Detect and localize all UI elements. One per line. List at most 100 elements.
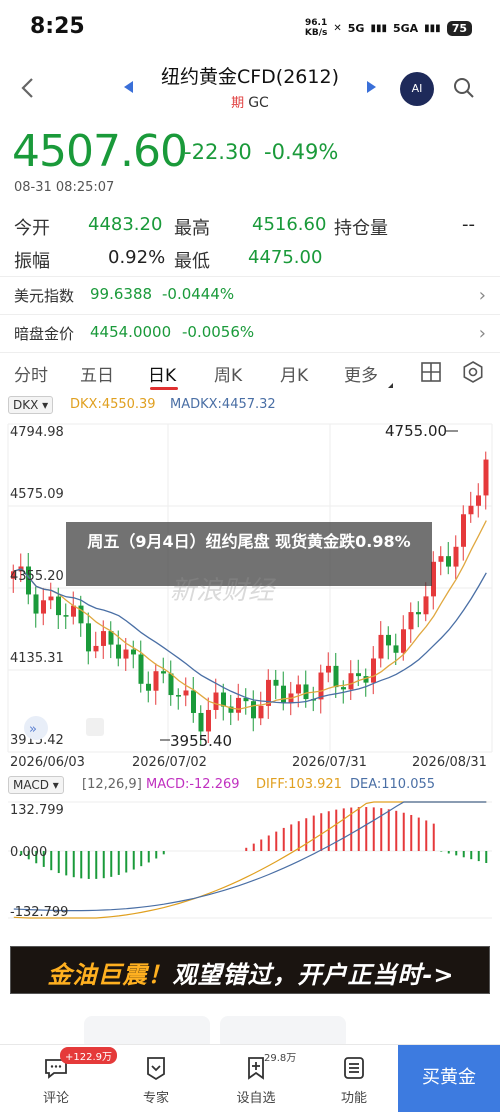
- ad-banner[interactable]: 金油巨震！观望错过，开户正当时->: [10, 946, 490, 994]
- low-value: 4475.00: [248, 247, 323, 268]
- y-tick-label: 4135.31: [10, 651, 64, 666]
- search-icon[interactable]: [452, 76, 476, 100]
- ai-assistant-button[interactable]: AI: [400, 72, 434, 106]
- candle-body: [468, 505, 474, 515]
- candle-body: [176, 695, 181, 697]
- tab-five-day[interactable]: 五日: [80, 361, 114, 386]
- comment-count-badge: +122.9万: [60, 1047, 118, 1064]
- candle-body: [356, 673, 361, 677]
- macd-y-tick: 132.799: [10, 803, 64, 818]
- status-indicators: 96.1 KB/s ✕ 5G ▮▮▮ 5GA ▮▮▮ 75: [305, 18, 472, 38]
- nav-expert[interactable]: 专家: [126, 1049, 186, 1106]
- high-label: 最高: [174, 218, 210, 239]
- signal-5g: 5G: [347, 21, 365, 35]
- candle-body: [483, 459, 489, 496]
- macd-y-tick: -132.799: [10, 905, 68, 920]
- price-change-pct: -0.49%: [264, 140, 339, 164]
- candle-body: [138, 654, 144, 684]
- nav-expert-label: 专家: [142, 1091, 169, 1106]
- status-time: 8:25: [30, 14, 85, 39]
- candle-body: [123, 649, 129, 659]
- buy-gold-button[interactable]: 买黄金: [398, 1045, 500, 1112]
- active-tab-indicator: [150, 387, 178, 390]
- candle-body: [416, 612, 421, 615]
- max-price-annotation: 4755.00: [385, 422, 447, 440]
- ref-value: 4454.0000: [90, 323, 172, 341]
- candle-body: [446, 556, 451, 567]
- diff-line: [13, 801, 487, 919]
- candle-body: [146, 683, 151, 691]
- candle-body: [78, 605, 84, 624]
- watermark: 新浪财经: [170, 576, 275, 606]
- ref-row-dollar-index[interactable]: 美元指数 99.6388 -0.0444% ›: [0, 276, 500, 310]
- candle-body: [131, 649, 136, 655]
- signal-bars-icon: ▮▮▮: [370, 22, 387, 34]
- stat-row-2: 振幅 0.92% 最低 4475.00: [0, 241, 500, 274]
- candle-body: [281, 685, 286, 703]
- dea-line: [13, 801, 487, 912]
- candle-body: [303, 684, 309, 700]
- open-value: 4483.20: [88, 214, 163, 235]
- nav-functions-label: 功能: [340, 1091, 367, 1106]
- ref-change: -0.0444%: [162, 285, 235, 303]
- nav-comment-label: 评论: [42, 1091, 69, 1106]
- candle-body: [461, 514, 466, 547]
- ref-change: -0.0056%: [182, 323, 255, 341]
- candle-body: [183, 690, 189, 696]
- macd-lines: [13, 801, 487, 919]
- tab-daily-k[interactable]: 日K: [148, 361, 176, 386]
- macd-chart[interactable]: 132.799 0.000 -132.799: [0, 796, 500, 926]
- instrument-symbol: GC: [248, 95, 269, 111]
- expand-chart-glyph: »: [29, 722, 37, 737]
- battery-icon: 75: [446, 20, 472, 36]
- quote-header: 4507.60 -22.30 -0.49% 08-31 08:25:07: [0, 122, 500, 212]
- last-price: 4507.60: [12, 126, 188, 177]
- tab-weekly-k[interactable]: 周K: [214, 361, 242, 386]
- candle-body: [168, 673, 174, 696]
- title-bar: 纽约黄金CFD(2612) 期 GC AI: [0, 56, 500, 122]
- nav-functions[interactable]: 功能: [324, 1049, 384, 1106]
- signal-bars-icon-2: ▮▮▮: [424, 22, 441, 34]
- candle-body: [438, 556, 444, 562]
- candle-body: [153, 671, 159, 691]
- macd-histogram: [20, 807, 488, 879]
- fullscreen-icon[interactable]: [86, 718, 104, 736]
- madkx-value: MADKX:4457.32: [170, 397, 276, 412]
- ref-row-dark-gold[interactable]: 暗盘金价 4454.0000 -0.0056% ›: [0, 314, 500, 348]
- dea-value: DEA:110.055: [350, 777, 436, 792]
- candle-body: [93, 645, 99, 652]
- y-tick-label: 4794.98: [10, 425, 64, 440]
- main-indicator-select[interactable]: DKX ▾: [8, 396, 54, 414]
- chevron-right-icon: ›: [478, 285, 486, 306]
- next-symbol-icon[interactable]: [364, 80, 378, 94]
- chart-period-tabs: 分时 五日 日K 周K 月K 更多: [0, 352, 500, 392]
- price-change: -22.30: [184, 140, 252, 164]
- macd-params: [12,26,9]: [82, 777, 142, 792]
- tab-intraday[interactable]: 分时: [14, 361, 48, 386]
- functions-icon: [344, 1057, 364, 1079]
- candle-body: [86, 623, 91, 652]
- candle-body: [326, 665, 331, 673]
- macd-y-tick: 0.000: [10, 845, 47, 860]
- x-tick-label: 2026/08/31: [412, 755, 487, 770]
- futures-badge: 期: [231, 96, 245, 111]
- candle-body: [41, 600, 46, 614]
- high-value: 4516.60: [252, 214, 327, 235]
- candle-body: [161, 671, 166, 674]
- sub-indicator-select[interactable]: MACD ▾: [8, 776, 64, 794]
- candle-body: [63, 615, 69, 617]
- candle-body: [378, 634, 384, 659]
- signal-5ga: 5GA: [392, 21, 419, 35]
- diff-value: DIFF:103.921: [256, 777, 342, 792]
- layout-grid-icon[interactable]: [420, 361, 442, 383]
- candle-body: [476, 495, 481, 506]
- stats-grid: 今开 4483.20 最高 4516.60 持仓量 -- 振幅 0.92% 最低…: [0, 208, 500, 274]
- candle-body: [371, 658, 376, 683]
- settings-icon[interactable]: [462, 361, 484, 383]
- tab-monthly-k[interactable]: 月K: [280, 361, 308, 386]
- macd-indicator-bar: MACD ▾ [12,26,9] MACD:-12.269 DIFF:103.9…: [0, 774, 500, 796]
- open-interest-value: --: [462, 214, 475, 235]
- tab-more[interactable]: 更多: [344, 361, 378, 386]
- ad-text: 金油巨震！观望错过，开户正当时->: [47, 961, 455, 989]
- macd-value: MACD:-12.269: [146, 777, 240, 792]
